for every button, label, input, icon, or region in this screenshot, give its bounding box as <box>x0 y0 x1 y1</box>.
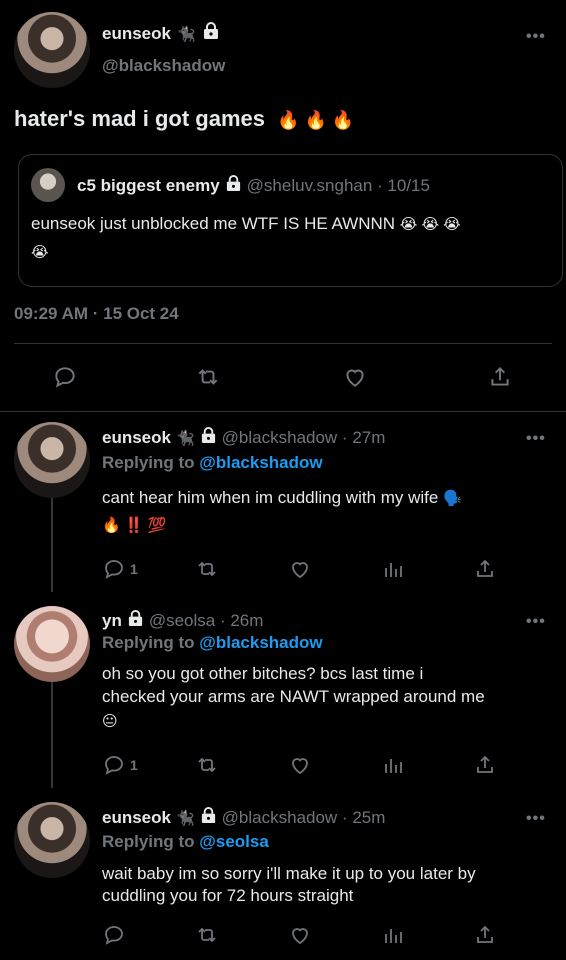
divider <box>0 411 566 412</box>
analytics-button[interactable] <box>381 923 405 947</box>
replying-to-prefix: Replying to <box>102 453 195 472</box>
fire-emojis: 🔥 🔥 🔥 <box>277 110 355 130</box>
reply-text-line: cuddling you for 72 hours straight <box>102 886 354 905</box>
share-button[interactable] <box>473 753 497 777</box>
share-button[interactable] <box>473 557 497 581</box>
author-handle[interactable]: @blackshadow <box>102 56 225 76</box>
quoted-handle-time: @sheluv.snghan · 10/15 <box>246 176 430 195</box>
divider <box>14 343 552 344</box>
lock-icon <box>200 427 217 449</box>
reply-handle-time: @blackshadow · 27m <box>221 428 386 447</box>
retweet-button[interactable] <box>194 364 222 390</box>
like-button[interactable] <box>287 923 313 947</box>
more-options-icon[interactable]: ••• <box>526 810 546 828</box>
quoted-avatar <box>31 168 65 202</box>
more-options-icon[interactable]: ••• <box>526 613 546 631</box>
quoted-text: eunseok just unblocked me WTF IS HE AWNN… <box>31 214 396 233</box>
analytics-button[interactable] <box>381 753 405 777</box>
lock-icon <box>202 22 220 45</box>
replying-to-handle[interactable]: @blackshadow <box>199 453 322 472</box>
reply-text-line: checked your arms are NAWT wrapped aroun… <box>102 687 485 706</box>
reply-button[interactable]: 1 <box>102 557 138 581</box>
share-button[interactable] <box>487 364 513 390</box>
speaking-head-emoji: 🗣️ <box>443 490 462 507</box>
reply-count: 1 <box>130 561 138 577</box>
reply-avatar[interactable] <box>14 606 90 682</box>
cat-emoji: 🐈‍⬛ <box>175 810 195 827</box>
replying-to-prefix: Replying to <box>102 633 195 652</box>
reply-emojis: 🔥 ‼️ 💯 <box>102 517 167 534</box>
quoted-author-name: c5 biggest enemy <box>77 176 220 195</box>
reply-count: 1 <box>130 757 138 773</box>
crying-emoji: 😭 <box>31 244 49 261</box>
crying-emojis: 😭 😭 😭 <box>399 216 461 233</box>
replying-to-handle[interactable]: @seolsa <box>199 832 269 851</box>
tweet-text-container: hater's mad i got games 🔥 🔥 🔥 <box>14 106 354 132</box>
lock-icon <box>200 807 217 829</box>
neutral-face-emoji: 😐 <box>102 713 118 730</box>
tweet-timestamp: 09:29 AM · 15 Oct 24 <box>14 304 179 323</box>
replying-to: Replying to @blackshadow <box>102 633 323 653</box>
replying-to: Replying to @seolsa <box>102 832 269 852</box>
replying-to-prefix: Replying to <box>102 832 195 851</box>
reply-author-name[interactable]: eunseok <box>102 808 171 828</box>
retweet-button[interactable] <box>194 557 220 581</box>
author-avatar[interactable] <box>14 12 90 88</box>
like-button[interactable] <box>287 557 313 581</box>
lock-icon <box>225 175 242 197</box>
reply-button[interactable] <box>102 923 126 947</box>
reply-avatar[interactable] <box>14 422 90 498</box>
quoted-tweet-card[interactable]: c5 biggest enemy @sheluv.snghan · 10/15 … <box>18 154 563 287</box>
more-options-icon[interactable]: ••• <box>526 28 546 46</box>
reply-text-line: wait baby im so sorry i'll make it up to… <box>102 864 476 883</box>
replying-to: Replying to @blackshadow <box>102 453 323 473</box>
cat-emoji: 🐈‍⬛ <box>175 430 195 447</box>
replying-to-handle[interactable]: @blackshadow <box>199 633 322 652</box>
retweet-button[interactable] <box>194 753 220 777</box>
reply-author-name[interactable]: eunseok <box>102 428 171 448</box>
more-options-icon[interactable]: ••• <box>526 430 546 448</box>
reply-button[interactable] <box>52 364 78 390</box>
reply-button[interactable]: 1 <box>102 753 138 777</box>
reply-author-name[interactable]: yn <box>102 611 122 631</box>
retweet-button[interactable] <box>194 923 220 947</box>
reply-text-line: oh so you got other bitches? bcs last ti… <box>102 664 424 683</box>
tweet-text: hater's mad i got games <box>14 106 265 131</box>
like-button[interactable] <box>287 753 313 777</box>
thread-line <box>51 496 53 592</box>
lock-icon <box>127 610 144 632</box>
thread-line <box>51 680 53 788</box>
share-button[interactable] <box>473 923 497 947</box>
reply-handle-time: @seolsa · 26m <box>148 611 264 630</box>
analytics-button[interactable] <box>381 557 405 581</box>
reply-avatar[interactable] <box>14 802 90 878</box>
reply-handle-time: @blackshadow · 25m <box>221 808 386 827</box>
reply-text-line: cant hear him when im cuddling with my w… <box>102 488 439 507</box>
author-name[interactable]: eunseok <box>102 24 171 44</box>
cat-emoji: 🐈‍⬛ <box>176 25 196 43</box>
like-button[interactable] <box>341 364 369 390</box>
